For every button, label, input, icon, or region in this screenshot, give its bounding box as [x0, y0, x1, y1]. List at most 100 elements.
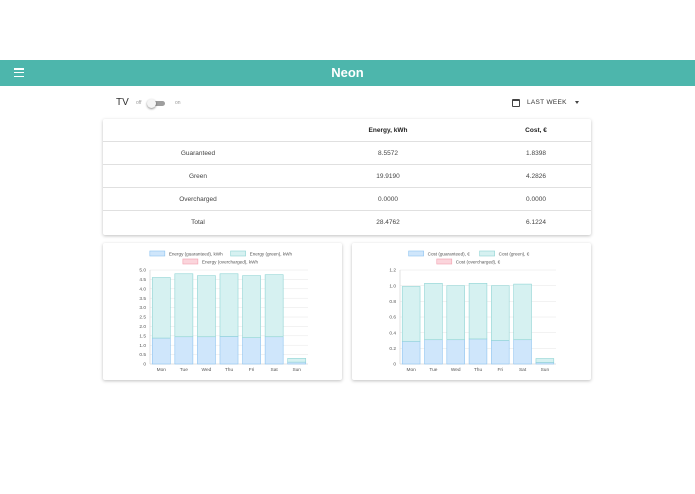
bar — [535, 358, 555, 363]
bar — [287, 358, 307, 363]
cost-chart: Cost (guaranteed), € Cost (green), € Cost … — [389, 250, 556, 373]
y-tick-label: 0.8 — [389, 299, 396, 305]
y-tick-label: 5.0 — [139, 268, 146, 274]
y-tick-label: 1.2 — [389, 268, 396, 274]
y-tick-label: 2.5 — [139, 315, 146, 321]
x-tick-label: Tue — [429, 367, 437, 373]
app-bar: Neon — [0, 60, 695, 86]
switch-off-label: off — [136, 100, 142, 106]
bar — [401, 286, 421, 342]
bar — [491, 340, 510, 365]
bar — [174, 336, 194, 365]
bar — [446, 285, 465, 341]
x-tick-label: Mon — [157, 367, 167, 373]
bar — [424, 339, 443, 365]
cost-value: 6.1224 — [526, 219, 546, 226]
bar — [264, 274, 284, 338]
bar — [468, 338, 488, 365]
cost-chart-card: Cost (guaranteed), € Cost (green), € Cost … — [352, 243, 591, 380]
y-tick-label: 0 — [393, 362, 396, 368]
header-cost: Cost, € — [525, 127, 547, 134]
table-row: Overcharged 0.0000 0.0000 — [103, 188, 591, 211]
bar — [401, 340, 421, 365]
row-label: Total — [191, 219, 205, 226]
bar — [197, 336, 216, 365]
device-power-toggle[interactable] — [147, 99, 167, 108]
legend-label: Cost (overcharged), € — [456, 259, 501, 264]
energy-chart: Energy (guaranteed), kWh Energy (green), … — [139, 250, 308, 373]
cost-value: 0.0000 — [526, 196, 546, 203]
legend-label: Energy (guaranteed), kWh — [169, 251, 223, 256]
period-selector[interactable]: LAST WEEK — [512, 97, 579, 108]
period-label: LAST WEEK — [527, 99, 567, 106]
calendar-icon — [512, 98, 520, 107]
row-label: Overcharged — [179, 196, 217, 203]
y-tick-label: 1.0 — [139, 343, 146, 349]
legend-swatch — [149, 250, 166, 257]
legend-label: Energy (green), kWh — [250, 251, 293, 256]
x-tick-label: Sun — [292, 367, 301, 373]
energy-value: 0.0000 — [378, 196, 398, 203]
bar — [446, 339, 465, 365]
x-tick-label: Wed — [202, 367, 212, 373]
energy-value: 8.5572 — [378, 150, 398, 157]
x-tick-label: Sat — [519, 367, 527, 373]
bar — [242, 275, 261, 338]
y-tick-label: 4.5 — [139, 277, 146, 283]
x-tick-label: Tue — [180, 367, 188, 373]
summary-table: Energy, kWh Cost, € Guaranteed 8.5572 1.… — [103, 119, 591, 235]
bar — [424, 283, 443, 341]
y-tick-label: 2.0 — [139, 324, 146, 330]
energy-chart-card: Energy (guaranteed), kWh Energy (green), … — [103, 243, 342, 380]
x-tick-label: Thu — [225, 367, 234, 373]
bar — [219, 273, 239, 337]
bar — [219, 336, 239, 365]
toggle-thumb — [147, 99, 156, 108]
app-title: Neon — [331, 65, 364, 80]
y-tick-label: 0.5 — [139, 352, 146, 358]
bar — [242, 337, 261, 365]
bar — [468, 283, 488, 340]
legend-swatch — [182, 258, 199, 265]
x-tick-label: Thu — [474, 367, 483, 373]
y-tick-label: 3.5 — [139, 296, 146, 302]
bar — [197, 275, 216, 338]
bar — [264, 336, 284, 365]
switch-on-label: on — [175, 100, 181, 106]
x-tick-label: Wed — [451, 367, 461, 373]
legend-swatch — [436, 258, 453, 265]
x-tick-label: Fri — [497, 367, 503, 373]
legend-label: Cost (green), € — [499, 251, 530, 256]
bar — [491, 285, 510, 341]
bar — [513, 283, 532, 341]
legend-label: Energy (overcharged), kWh — [202, 259, 259, 264]
y-tick-label: 0 — [143, 362, 146, 368]
y-tick-label: 4.0 — [139, 286, 146, 292]
x-tick-label: Sun — [541, 367, 550, 373]
bar — [174, 273, 194, 338]
dropdown-arrow-icon — [574, 101, 579, 104]
cost-value: 1.8398 — [526, 150, 546, 157]
y-tick-label: 1.0 — [389, 283, 396, 289]
energy-value: 19.9190 — [376, 173, 400, 180]
row-label: Green — [188, 173, 208, 180]
row-label: Guaranteed — [180, 150, 216, 157]
legend-label: Cost (guaranteed), € — [428, 251, 471, 256]
table-row: Total 28.4762 6.1224 — [103, 211, 591, 234]
cost-value: 4.2826 — [526, 173, 546, 180]
header-energy: Energy, kWh — [368, 127, 408, 134]
bar — [151, 337, 171, 365]
y-tick-label: 0.2 — [389, 346, 396, 352]
y-tick-label: 0.6 — [389, 315, 396, 321]
legend-swatch — [408, 250, 424, 257]
device-name: TV — [116, 97, 129, 108]
legend-swatch — [479, 250, 495, 257]
legend-swatch — [230, 250, 246, 257]
x-tick-label: Fri — [249, 367, 255, 373]
energy-value: 28.4762 — [376, 219, 400, 226]
bar — [151, 277, 171, 339]
y-tick-label: 0.4 — [389, 330, 396, 336]
x-tick-label: Sat — [271, 367, 279, 373]
y-tick-label: 1.5 — [139, 333, 146, 339]
bar — [513, 339, 532, 365]
